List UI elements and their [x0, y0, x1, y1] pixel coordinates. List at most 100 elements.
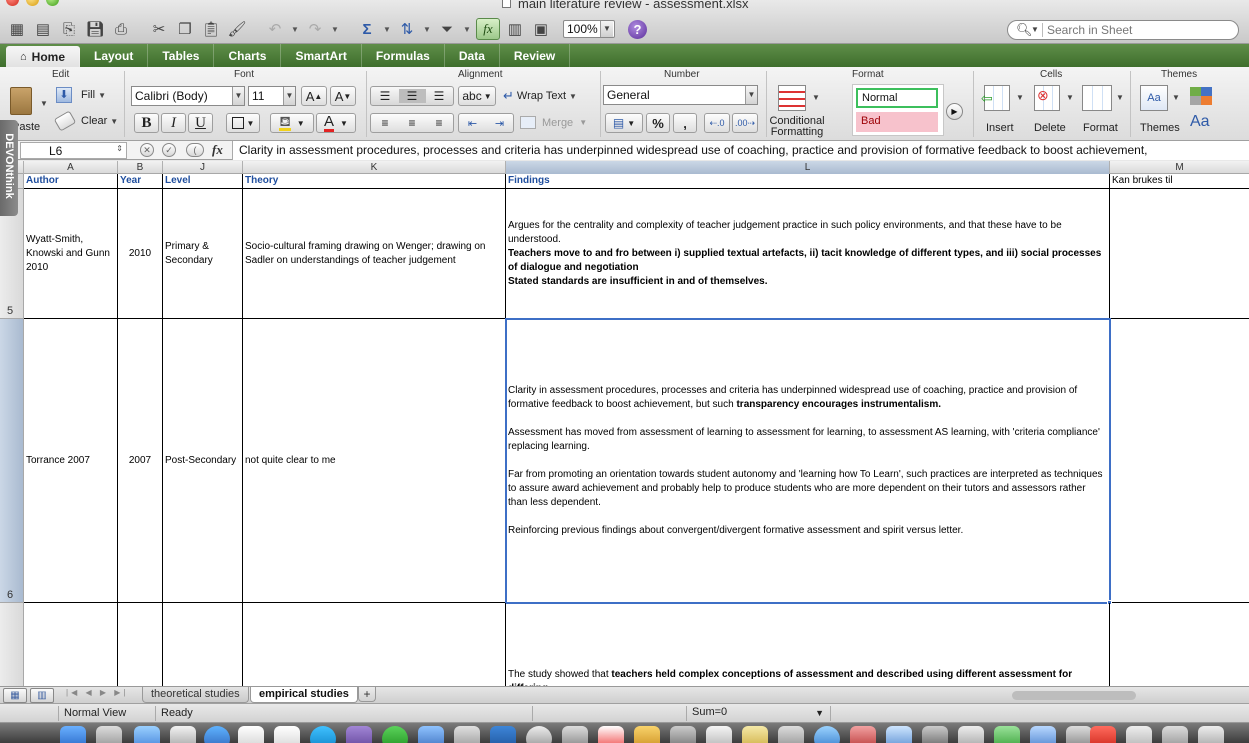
align-top-icon[interactable]: ☰ — [372, 89, 399, 103]
app-icon[interactable] — [742, 726, 768, 743]
column-header-l[interactable]: L — [506, 161, 1110, 174]
sheet-nav-arrows[interactable]: |◀ ◀ ▶ ▶| — [66, 688, 128, 697]
close-window-button[interactable] — [6, 0, 19, 6]
safari-icon[interactable] — [204, 726, 230, 743]
sum-display[interactable]: Sum=0 ▼ — [688, 705, 828, 721]
open-icon[interactable]: ⎘ — [58, 18, 80, 40]
table-cell-year[interactable] — [118, 603, 163, 686]
style-normal[interactable]: Normal — [856, 88, 938, 108]
skype-icon[interactable] — [310, 726, 336, 743]
app-icon[interactable] — [1066, 726, 1092, 743]
tab-layout[interactable]: Layout — [80, 44, 149, 67]
finder-icon[interactable] — [60, 726, 86, 743]
formula-input[interactable]: Clarity in assessment procedures, proces… — [232, 141, 1249, 160]
zoom-window-button[interactable] — [46, 0, 59, 6]
theme-fonts-button[interactable]: Aa — [1190, 113, 1210, 131]
align-right-icon[interactable]: ≡ — [426, 116, 453, 130]
wrap-text-button[interactable]: ↵ Wrap Text ▼ — [503, 88, 577, 104]
copy-icon[interactable]: ❐ — [174, 18, 196, 40]
table-cell-findings[interactable]: Clarity in assessment procedures, proces… — [506, 319, 1110, 603]
system-preferences-icon[interactable] — [670, 726, 696, 743]
decrease-indent-icon[interactable]: ⇤ — [459, 117, 486, 130]
table-cell-theory[interactable]: Socio-cultural framing drawing on Wenger… — [243, 189, 506, 319]
vertical-align-buttons[interactable]: ☰ ☰ ☰ — [370, 86, 454, 106]
cell-header-author[interactable]: Author — [24, 174, 118, 189]
save-icon[interactable]: 💾︎ — [84, 18, 106, 40]
excel-icon[interactable] — [994, 726, 1020, 743]
indent-buttons[interactable]: ⇤ ⇥ — [458, 113, 514, 133]
format-painter-icon[interactable]: 🖌︎ — [226, 18, 248, 40]
increase-font-size-button[interactable]: A ▲ — [301, 86, 327, 106]
tab-charts[interactable]: Charts — [214, 44, 282, 67]
font-size-select[interactable]: 11 ▼ — [248, 86, 296, 106]
increase-indent-icon[interactable]: ⇥ — [486, 117, 513, 130]
table-cell-findings[interactable]: Argues for the centrality and complexity… — [506, 189, 1110, 319]
app-store-icon[interactable] — [134, 726, 160, 743]
table-cell-kan-brukes-til[interactable] — [1110, 319, 1249, 603]
documents-icon[interactable] — [1162, 726, 1188, 743]
system-app-icon[interactable] — [96, 726, 122, 743]
autosum-dropdown-icon[interactable]: ▼ — [382, 18, 392, 40]
undo-icon[interactable]: ↶ — [264, 18, 286, 40]
column-header-j[interactable]: J — [163, 161, 243, 174]
column-header-m[interactable]: M — [1110, 161, 1249, 174]
sheet-tab-empirical-studies[interactable]: empirical studies — [250, 687, 358, 703]
column-header-k[interactable]: K — [243, 161, 506, 174]
table-cell-kan-brukes-til[interactable] — [1110, 603, 1249, 686]
table-cell-level[interactable] — [163, 603, 243, 686]
currency-format-button[interactable]: ▤ ▼ — [605, 113, 643, 133]
photo-app-icon[interactable] — [346, 726, 372, 743]
app-icon[interactable] — [418, 726, 444, 743]
tab-formulas[interactable]: Formulas — [362, 44, 445, 67]
app-icon[interactable] — [922, 726, 948, 743]
cell-header-theory[interactable]: Theory — [243, 174, 506, 189]
table-cell-theory[interactable]: not quite clear to me — [243, 319, 506, 603]
clear-button[interactable]: Clear ▼ — [53, 110, 118, 132]
zoom-dropdown-icon[interactable]: ▼ — [600, 21, 613, 37]
calendar-date-icon[interactable] — [598, 726, 624, 743]
format-cells-button[interactable]: ▼ Format — [1080, 83, 1128, 139]
theme-colors-icon[interactable] — [1190, 87, 1212, 105]
mail-icon[interactable] — [170, 726, 196, 743]
insert-cells-button[interactable]: ⇦ ▼ Insert — [980, 83, 1026, 139]
fill-color-button[interactable]: ⛾ ▼ — [270, 113, 314, 133]
horizontal-scrollbar[interactable] — [1012, 691, 1136, 700]
decrease-font-size-button[interactable]: A ▼ — [330, 86, 356, 106]
increase-decimal-button[interactable]: ⇠.0 — [704, 113, 730, 133]
app-icon[interactable] — [886, 726, 912, 743]
spotify-icon[interactable] — [382, 726, 408, 743]
name-box[interactable]: L6 ⇕ — [20, 142, 127, 159]
app-icon[interactable] — [490, 726, 516, 743]
table-cell-author[interactable]: Wyatt-Smith, Knowski and Gunn 2010 — [24, 189, 118, 319]
table-cell-year[interactable]: 2010 — [118, 189, 163, 319]
comma-style-button[interactable]: , — [673, 113, 697, 133]
itunes-icon[interactable] — [274, 726, 300, 743]
cancel-entry-icon[interactable]: ✕ — [140, 143, 154, 157]
tab-review[interactable]: Review — [500, 44, 571, 67]
search-options-dropdown-icon[interactable]: ▼ — [1031, 25, 1039, 34]
confirm-entry-icon[interactable]: ✓ — [162, 143, 176, 157]
table-cell-level[interactable]: Post-Secondary — [163, 319, 243, 603]
insert-function-button[interactable]: fx — [212, 142, 223, 158]
formula-toggle-icon[interactable]: ( — [186, 143, 204, 157]
app-icon[interactable] — [1090, 726, 1116, 743]
app-icon[interactable] — [634, 726, 660, 743]
templates-icon[interactable]: ▤ — [32, 18, 54, 40]
formula-builder-icon[interactable]: fx — [476, 18, 500, 40]
fill-button[interactable]: ⬇ Fill ▼ — [56, 87, 106, 103]
app-icon[interactable] — [706, 726, 732, 743]
table-cell-theory[interactable] — [243, 603, 506, 686]
tab-data[interactable]: Data — [445, 44, 500, 67]
table-cell-level[interactable]: Primary & Secondary — [163, 189, 243, 319]
tab-tables[interactable]: Tables — [148, 44, 215, 67]
calendar-icon[interactable] — [238, 726, 264, 743]
app-icon[interactable] — [562, 726, 588, 743]
new-workbook-icon[interactable]: ▦ — [6, 18, 28, 40]
cut-icon[interactable]: ✂ — [148, 18, 170, 40]
text-orientation-button[interactable]: abc ▼ — [458, 86, 496, 106]
cell-header-findings[interactable]: Findings — [506, 174, 1110, 189]
filter-icon[interactable]: ⏷ — [436, 18, 458, 40]
cell-header-level[interactable]: Level — [163, 174, 243, 189]
table-cell-author[interactable]: Torrance 2007 — [24, 319, 118, 603]
styles-next-icon[interactable]: ▶ — [946, 103, 963, 120]
